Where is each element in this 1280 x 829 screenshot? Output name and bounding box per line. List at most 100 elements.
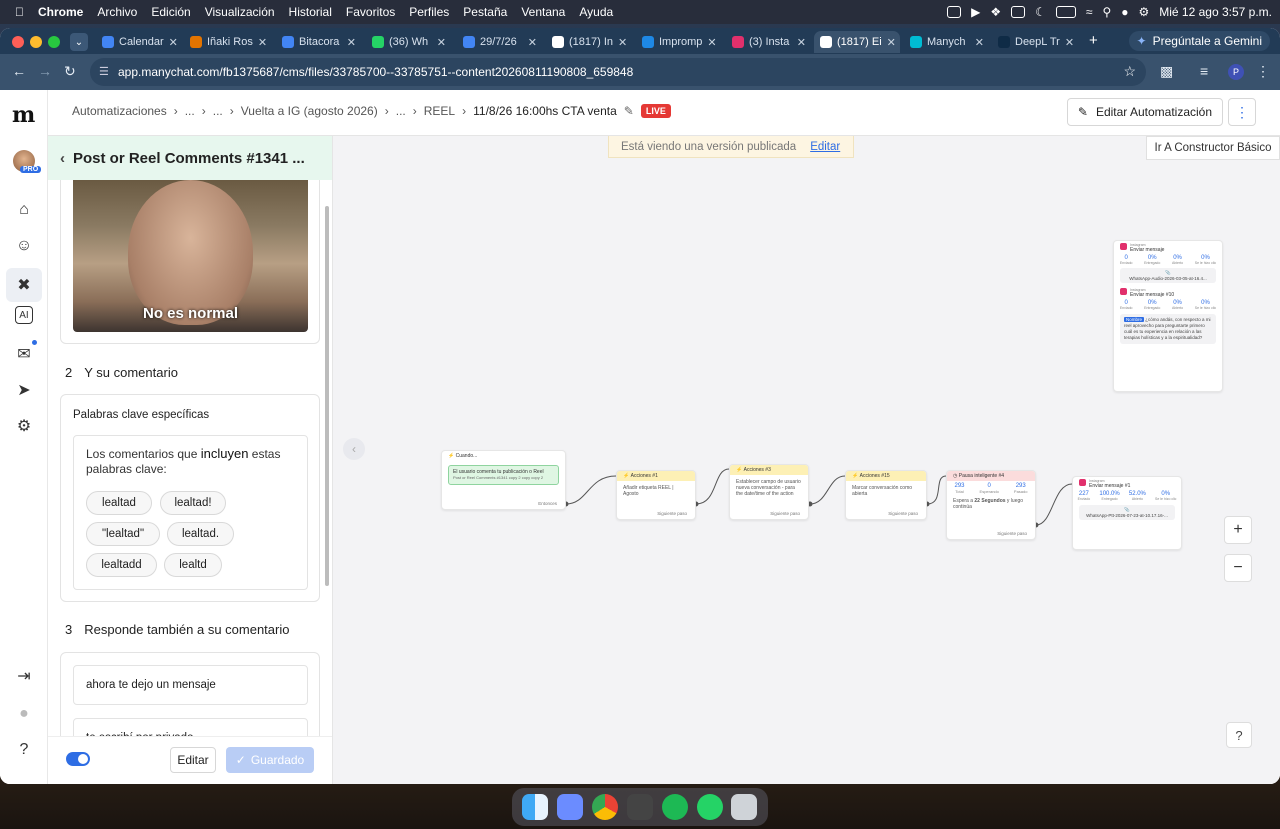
battery-icon[interactable]	[1055, 6, 1076, 18]
maximize-window-button[interactable]	[48, 36, 60, 48]
wifi-icon[interactable]: ≈	[1086, 5, 1093, 19]
menu-item[interactable]: Favoritos	[339, 5, 402, 19]
back-icon[interactable]: ←	[12, 63, 26, 79]
breadcrumb-item[interactable]: Vuelta a IG (agosto 2026)	[241, 104, 378, 118]
apple-icon[interactable]: 	[8, 5, 31, 19]
browser-tab[interactable]: Impromp ✕	[636, 31, 722, 53]
trash-icon[interactable]	[731, 794, 758, 820]
close-tab-icon[interactable]: ✕	[347, 36, 356, 49]
menu-item[interactable]: Perfiles	[402, 5, 456, 19]
chrome-icon[interactable]	[592, 794, 619, 820]
actions-node-15[interactable]: ⚡ Acciones #15 Marcar conversación como …	[845, 470, 927, 520]
media-icon[interactable]: ≡	[1200, 63, 1208, 79]
help-icon[interactable]: ?	[1226, 722, 1252, 748]
browser-menu-icon[interactable]: ⋮	[1256, 63, 1270, 80]
breadcrumb-item[interactable]: REEL	[424, 104, 455, 118]
trigger-toggle[interactable]	[66, 752, 90, 766]
moon-icon[interactable]: ☾	[1035, 5, 1046, 19]
extensions-icon[interactable]: ▩	[1160, 63, 1173, 80]
menu-item[interactable]: Ayuda	[572, 5, 620, 19]
smart-delay-node[interactable]: ◷ Pausa inteligente #4 293 Total 0 Esperan…	[946, 470, 1036, 540]
manychat-logo[interactable]: m	[12, 102, 35, 128]
menu-item[interactable]: Edición	[144, 5, 197, 19]
keyword-chip[interactable]: lealtd	[164, 553, 222, 577]
browser-tab[interactable]: (36) Wh ✕	[366, 31, 452, 53]
menu-item[interactable]: Historial	[282, 5, 339, 19]
bookmark-star-icon[interactable]: ☆	[1123, 63, 1136, 80]
calculator-icon[interactable]	[626, 794, 653, 820]
forward-icon[interactable]: →	[38, 63, 52, 79]
close-tab-icon[interactable]: ✕	[797, 36, 806, 49]
flow-canvas[interactable]: Está viendo una versión publicada Editar…	[333, 136, 1280, 784]
browser-tab[interactable]: Manych ✕	[904, 31, 990, 53]
profile-avatar[interactable]: P	[1228, 64, 1244, 80]
breadcrumb-item[interactable]: Automatizaciones	[72, 104, 167, 118]
close-tab-icon[interactable]: ✕	[258, 36, 267, 49]
control-center-icon[interactable]: ⚙	[1139, 5, 1150, 19]
keyword-chip[interactable]: lealtad!	[160, 491, 226, 515]
play-icon[interactable]: ▶	[971, 5, 980, 19]
finder-icon[interactable]	[522, 794, 549, 820]
send-message-node-1[interactable]: Instagram Enviar mensaje #1 227 Enviado 10…	[1072, 476, 1182, 550]
keyword-chip[interactable]: lealtad	[86, 491, 152, 515]
url-field[interactable]: ☰ app.manychat.com/fb1375687/cms/files/3…	[90, 58, 1146, 86]
panel-scrollbar[interactable]	[325, 206, 329, 586]
spotify-icon[interactable]	[661, 794, 688, 820]
breadcrumb-item[interactable]: ...	[213, 104, 223, 118]
whatsapp-icon[interactable]	[696, 794, 723, 820]
zoom-out-button[interactable]: −	[1224, 554, 1252, 582]
settings-icon[interactable]: ⚙	[12, 414, 36, 438]
gemini-button[interactable]: ✦ Pregúntale a Gemini	[1128, 31, 1270, 51]
preview-icon[interactable]	[557, 794, 584, 820]
menu-app-name[interactable]: Chrome	[31, 5, 90, 19]
tab-search-icon[interactable]: ⌄	[70, 33, 88, 51]
saved-button[interactable]: ✓ Guardado	[226, 747, 314, 773]
close-window-button[interactable]	[12, 36, 24, 48]
close-tab-icon[interactable]: ✕	[975, 36, 984, 49]
browser-tab[interactable]: (1817) In ✕	[546, 31, 632, 53]
close-tab-icon[interactable]: ✕	[437, 36, 446, 49]
close-tab-icon[interactable]: ✕	[169, 36, 178, 49]
chevron-left-icon[interactable]: ‹	[60, 150, 65, 167]
menubar-clock[interactable]: Mié 12 ago 3:57 p.m.	[1159, 5, 1272, 19]
zoom-in-button[interactable]: +	[1224, 516, 1252, 544]
site-info-icon[interactable]: ☰	[99, 65, 109, 78]
live-chat-icon[interactable]: ✉	[12, 342, 36, 366]
keyword-chip[interactable]: lealtad.	[167, 522, 234, 546]
menu-item[interactable]: Ventana	[514, 5, 572, 19]
menu-item[interactable]: Visualización	[198, 5, 282, 19]
cast-icon[interactable]: ❖	[990, 5, 1001, 19]
trigger-node[interactable]: ⚡ Cuando... El usuario comenta tu public…	[441, 450, 566, 510]
browser-tab[interactable]: (3) Insta ✕	[726, 31, 812, 53]
home-icon[interactable]: ⌂	[12, 198, 36, 222]
keywords-box[interactable]: Los comentarios que incluyen estas palab…	[73, 435, 308, 590]
actions-node-3[interactable]: ⚡ Acciones #3 Establecer campo de usuari…	[729, 464, 809, 520]
close-tab-icon[interactable]: ✕	[1065, 36, 1074, 49]
contacts-icon[interactable]: ☺	[12, 234, 36, 258]
user-icon[interactable]: ●	[12, 702, 36, 726]
close-tab-icon[interactable]: ✕	[887, 36, 896, 49]
menu-item[interactable]: Pestaña	[456, 5, 514, 19]
browser-tab[interactable]: Calendar ✕	[96, 31, 182, 53]
reel-thumbnail[interactable]: No es normal	[73, 180, 308, 332]
close-tab-icon[interactable]: ✕	[528, 36, 537, 49]
more-options-button[interactable]: ⋮	[1228, 98, 1256, 126]
status-icon[interactable]	[947, 6, 962, 18]
close-tab-icon[interactable]: ✕	[707, 36, 716, 49]
breadcrumb-item[interactable]: ...	[396, 104, 406, 118]
menu-item[interactable]: Archivo	[90, 5, 144, 19]
actions-node-1[interactable]: ⚡ Acciones #1 Añadir etiqueta REEL | Ago…	[616, 470, 696, 520]
minimize-window-button[interactable]	[30, 36, 42, 48]
ai-icon[interactable]: AI	[15, 306, 33, 324]
help-center-icon[interactable]: ?	[12, 738, 36, 762]
browser-tab[interactable]: Bitacora ✕	[276, 31, 362, 53]
breadcrumb-item[interactable]: ...	[185, 104, 195, 118]
broadcast-icon[interactable]: ➤	[12, 378, 36, 402]
browser-tab[interactable]: (1817) Ei ✕	[814, 31, 900, 53]
edit-automation-button[interactable]: ✎ Editar Automatización	[1066, 98, 1223, 126]
browser-tab[interactable]: 29/7/26 ✕	[457, 31, 543, 53]
browser-tab[interactable]: Iñaki Ros ✕	[184, 31, 270, 53]
send-message-group[interactable]: Instagram Enviar mensaje 0 Enviado 0% Entre…	[1113, 240, 1223, 392]
keyword-chip[interactable]: lealtadd	[86, 553, 157, 577]
edit-button[interactable]: Editar	[170, 747, 216, 773]
